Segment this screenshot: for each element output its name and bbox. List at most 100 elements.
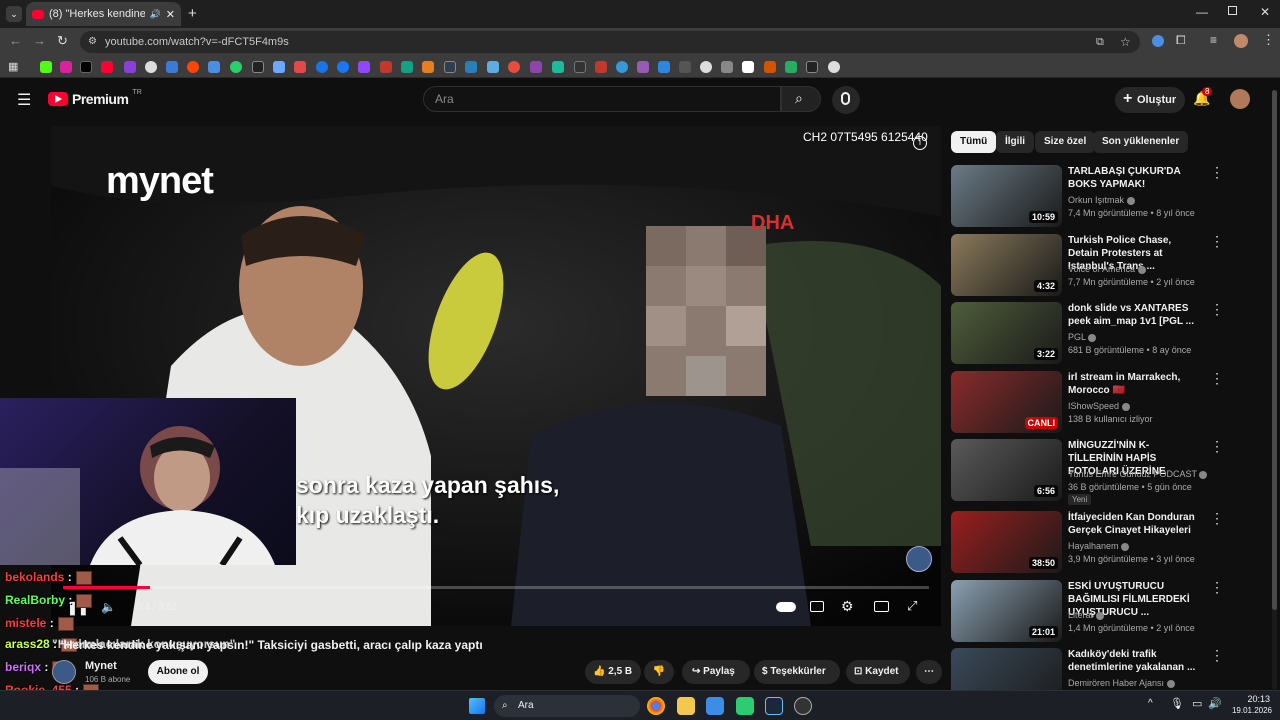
browser-menu-icon[interactable]: ⋮ — [1262, 32, 1275, 48]
chip-all[interactable]: Tümü — [951, 131, 997, 153]
progress-bar[interactable] — [63, 586, 929, 589]
bookmark-x-icon[interactable] — [80, 61, 92, 73]
close-window-button[interactable]: ✕ — [1260, 5, 1270, 19]
reading-list-icon[interactable]: ≡ — [1210, 33, 1217, 47]
search-button[interactable]: ⌕ — [781, 86, 821, 112]
bookmark-icon[interactable] — [444, 61, 456, 73]
taskbar-app-icon[interactable] — [736, 697, 754, 715]
autoplay-toggle[interactable] — [776, 602, 796, 612]
chip-for-you[interactable]: Size özel — [1035, 131, 1096, 153]
recommended-video[interactable]: 4:32 Turkish Police Chase, Detain Protest… — [951, 234, 1271, 296]
create-button[interactable]: + Oluştur — [1115, 87, 1185, 113]
bookmark-icon[interactable] — [124, 61, 136, 73]
dislike-button[interactable]: 👎 — [644, 660, 674, 684]
bookmark-icon[interactable] — [145, 61, 157, 73]
search-input[interactable]: Ara — [423, 86, 781, 112]
bookmark-star-icon[interactable]: ☆ — [1120, 31, 1131, 53]
more-options-icon[interactable]: ⋮ — [1210, 302, 1224, 316]
channel-name[interactable]: PGL — [1068, 332, 1097, 342]
recommended-video[interactable]: 10:59 TARLABAŞI ÇUKUR'DA BOKS YAPMAK! Orku… — [951, 165, 1271, 227]
more-options-icon[interactable]: ⋮ — [1210, 234, 1224, 248]
more-options-icon[interactable]: ⋮ — [1210, 165, 1224, 179]
extensions-puzzle-icon[interactable]: ⧠ — [1176, 33, 1186, 48]
bookmark-icon[interactable] — [422, 61, 434, 73]
bookmark-icon[interactable] — [316, 61, 328, 73]
channel-name[interactable]: Mynet — [85, 660, 117, 672]
channel-name[interactable]: IShowSpeed — [1068, 401, 1130, 411]
bookmark-youtube-icon[interactable] — [101, 61, 113, 73]
bookmark-icon[interactable] — [721, 61, 733, 73]
bookmark-icon[interactable] — [380, 61, 392, 73]
notifications-button[interactable]: 🔔 8 — [1193, 87, 1213, 108]
steam-icon[interactable] — [765, 697, 783, 715]
taskbar-search[interactable]: ⌕ Ara — [494, 695, 640, 717]
more-options-icon[interactable]: ⋮ — [1210, 648, 1224, 662]
bookmark-icon[interactable] — [508, 61, 520, 73]
bookmark-icon[interactable] — [401, 61, 413, 73]
more-actions-button[interactable]: ⋯ — [916, 660, 942, 684]
chip-related[interactable]: İlgili — [996, 131, 1034, 153]
recommended-video[interactable]: 38:50 İtfaiyeciden Kan Donduran Gerçek Ci… — [951, 511, 1271, 573]
bookmark-icon[interactable] — [828, 61, 840, 73]
bookmark-kick-icon[interactable] — [40, 61, 52, 73]
subscribe-button[interactable]: Abone ol — [148, 660, 208, 684]
video-title[interactable]: TARLABAŞI ÇUKUR'DA BOKS YAPMAK! — [1068, 165, 1204, 191]
video-thumbnail[interactable]: 6:56 — [951, 439, 1062, 501]
channel-name[interactable]: Yunus Emre Gündüz PODCAST — [1068, 469, 1208, 479]
volume-icon[interactable]: 🔈 — [101, 600, 116, 614]
more-options-icon[interactable]: ⋮ — [1210, 580, 1224, 594]
forward-icon[interactable]: → — [33, 33, 46, 48]
recommended-video[interactable]: CANLI irl stream in Marrakech, Morocco 🇲🇦… — [951, 371, 1271, 433]
bookmark-instagram-icon[interactable] — [60, 61, 72, 73]
bookmark-icon[interactable] — [187, 61, 199, 73]
file-explorer-icon[interactable] — [677, 697, 695, 715]
bookmark-icon[interactable] — [552, 61, 564, 73]
microphone-tray-icon[interactable]: 🎙 — [1170, 697, 1184, 710]
clock-time[interactable]: 20:13 — [1236, 694, 1270, 704]
hamburger-menu-icon[interactable]: ☰ — [17, 90, 31, 110]
speaker-icon[interactable]: 🔊 — [150, 9, 161, 20]
fullscreen-icon[interactable]: ⤢ — [907, 598, 917, 614]
thanks-button[interactable]: $ Teşekkürler — [754, 660, 840, 684]
video-title[interactable]: İtfaiyeciden Kan Donduran Gerçek Cinayet… — [1068, 511, 1204, 537]
voice-search-button[interactable] — [832, 86, 860, 114]
video-thumbnail[interactable]: 4:32 — [951, 234, 1062, 296]
video-thumbnail[interactable]: CANLI — [951, 371, 1062, 433]
video-title[interactable]: Kadıköy'deki trafik denetimlerine yakala… — [1068, 648, 1204, 674]
video-title[interactable]: donk slide vs XANTARES peek aim_map 1v1 … — [1068, 302, 1204, 328]
settings-gear-icon[interactable]: ⚙ — [841, 598, 854, 615]
chip-recent[interactable]: Son yüklenenler — [1093, 131, 1189, 153]
channel-name[interactable]: Literat — [1068, 610, 1104, 620]
more-options-icon[interactable]: ⋮ — [1210, 511, 1224, 525]
channel-name[interactable]: Voice of America — [1068, 264, 1146, 274]
video-thumbnail[interactable]: 21:01 — [951, 580, 1062, 642]
like-button[interactable]: 👍 2,5 B — [585, 660, 641, 684]
tab-list-button[interactable]: ⌄ — [6, 6, 22, 22]
bookmark-icon[interactable] — [252, 61, 264, 73]
recommended-video[interactable]: 21:01 ESKİ UYUŞTURUCU BAĞIMLISI FİLMLERDE… — [951, 580, 1271, 642]
video-title[interactable]: irl stream in Marrakech, Morocco 🇲🇦 — [1068, 371, 1204, 397]
clock-date[interactable]: 19.01.2026 — [1226, 706, 1272, 715]
bookmark-icon[interactable] — [273, 61, 285, 73]
video-thumbnail[interactable]: 3:22 — [951, 302, 1062, 364]
tab-close-icon[interactable]: ✕ — [166, 8, 175, 21]
channel-name[interactable]: Hayalhanem — [1068, 541, 1130, 551]
video-thumbnail[interactable]: 10:59 — [951, 165, 1062, 227]
scrollbar-thumb[interactable] — [1272, 90, 1277, 610]
more-options-icon[interactable]: ⋮ — [1210, 439, 1224, 453]
tray-chevron-icon[interactable]: ^ — [1148, 698, 1153, 709]
bookmark-icon[interactable] — [700, 61, 712, 73]
channel-name[interactable]: Orkun Işıtmak — [1068, 195, 1135, 205]
bookmark-icon[interactable] — [806, 61, 818, 73]
address-bar[interactable]: ⚙ youtube.com/watch?v=-dFCT5F4m9s ⧉ ☆ — [80, 31, 1140, 53]
site-info-icon[interactable]: ⚙ — [88, 31, 97, 53]
start-button-icon[interactable] — [469, 698, 485, 714]
bookmark-icon[interactable] — [166, 61, 178, 73]
minimize-button[interactable]: — — [1196, 5, 1208, 19]
recommended-video[interactable]: 6:56 MİNGUZZİ'NİN K-TİLLERİNİN HAPİS FOTO… — [951, 439, 1271, 505]
share-button[interactable]: ↪ Paylaş — [682, 660, 750, 684]
back-icon[interactable]: ← — [9, 33, 22, 48]
taskbar-app-icon[interactable] — [794, 697, 812, 715]
bookmark-icon[interactable] — [487, 61, 499, 73]
info-icon[interactable]: i — [913, 136, 927, 150]
